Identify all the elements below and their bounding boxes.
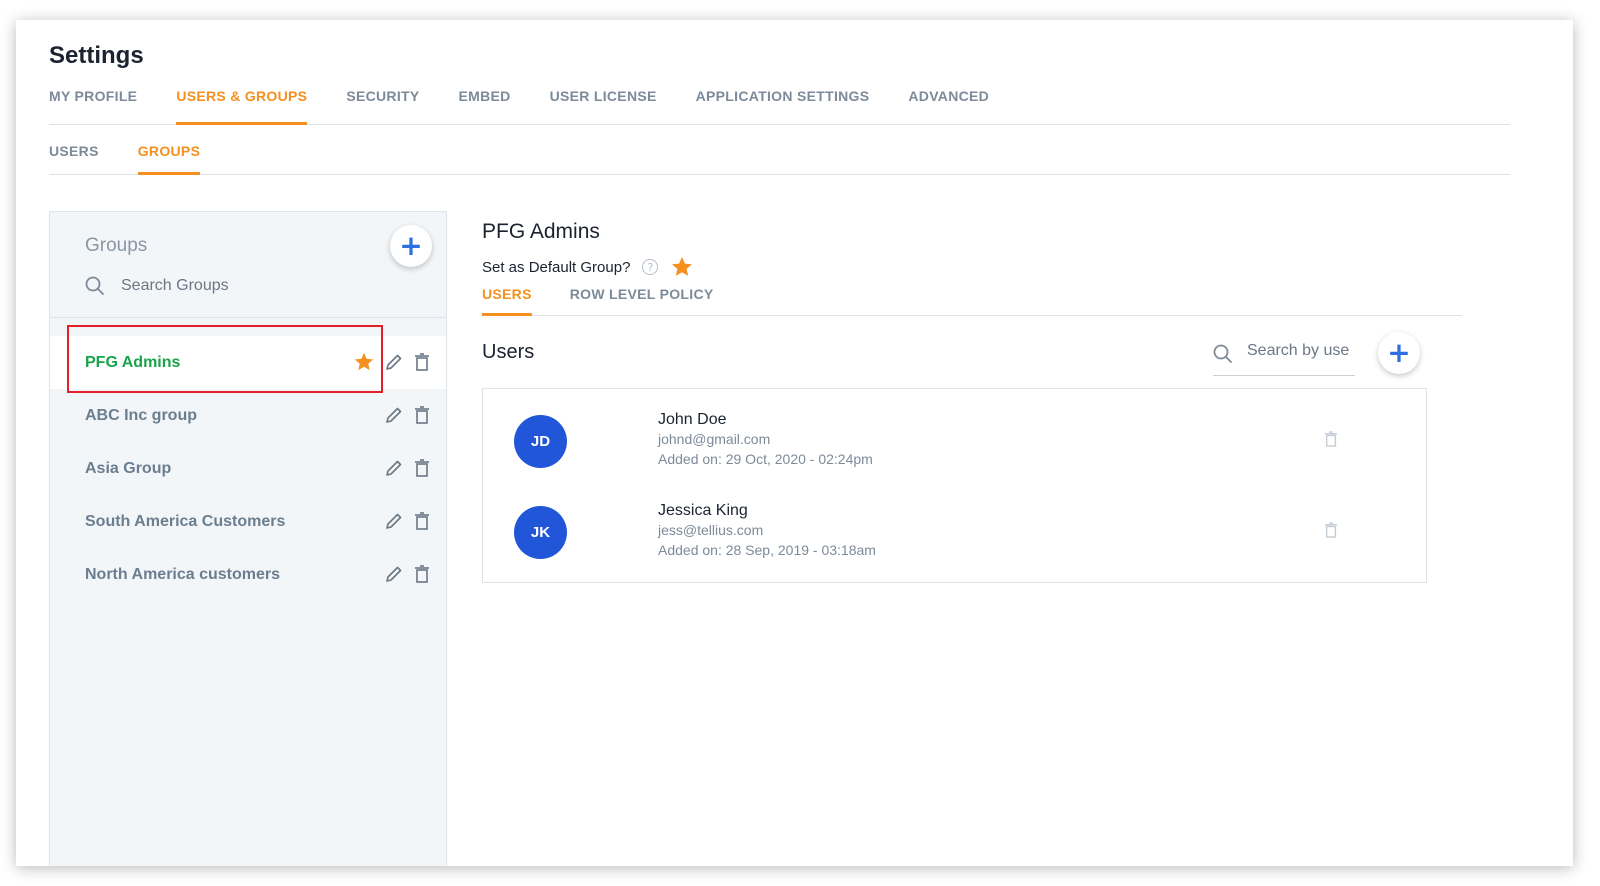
group-item[interactable]: ABC Inc group — [50, 389, 446, 442]
settings-window: Settings MY PROFILE USERS & GROUPS SECUR… — [16, 20, 1573, 866]
tab-users-groups[interactable]: USERS & GROUPS — [176, 84, 308, 125]
group-name: Asia Group — [85, 459, 172, 477]
pencil-icon[interactable] — [385, 406, 403, 424]
tab-embed[interactable]: EMBED — [459, 84, 511, 125]
trash-icon[interactable] — [414, 353, 430, 371]
group-name: South America Customers — [85, 512, 286, 530]
sub-tabs: USERS GROUPS — [49, 139, 1510, 175]
user-email: johnd@gmail.com — [658, 431, 771, 447]
pencil-icon[interactable] — [385, 565, 403, 583]
trash-icon[interactable] — [414, 512, 430, 530]
group-search — [85, 274, 385, 298]
user-name: Jessica King — [658, 502, 748, 519]
trash-icon[interactable] — [414, 565, 430, 583]
page-title: Settings — [49, 42, 144, 69]
tab-application-settings[interactable]: APPLICATION SETTINGS — [696, 84, 870, 125]
search-groups-input[interactable] — [121, 277, 381, 295]
avatar: JD — [514, 415, 567, 468]
trash-icon[interactable] — [414, 406, 430, 424]
user-added-date: Added on: 28 Sep, 2019 - 03:18am — [658, 542, 876, 558]
tab-group-users[interactable]: USERS — [482, 282, 532, 316]
add-user-button[interactable]: + — [1378, 332, 1420, 374]
tab-user-license[interactable]: USER LICENSE — [550, 84, 657, 125]
avatar: JK — [514, 506, 567, 559]
search-users-input[interactable] — [1247, 342, 1355, 360]
subtab-users[interactable]: USERS — [49, 139, 99, 175]
users-heading: Users — [482, 341, 535, 363]
user-added-date: Added on: 29 Oct, 2020 - 02:24pm — [658, 451, 873, 467]
group-name: North America customers — [85, 565, 281, 583]
list-item: JD John Doe johnd@gmail.com Added on: 29… — [483, 389, 1426, 479]
default-group-row: Set as Default Group? ? — [482, 255, 694, 279]
groups-panel: Groups + PFG Admins — [49, 211, 447, 866]
group-item[interactable]: South America Customers — [50, 495, 446, 548]
main-tabs: MY PROFILE USERS & GROUPS SECURITY EMBED… — [49, 84, 1510, 125]
tab-advanced[interactable]: ADVANCED — [908, 84, 989, 125]
groups-heading: Groups — [85, 235, 148, 256]
plus-icon: + — [399, 229, 423, 262]
trash-icon[interactable] — [414, 459, 430, 477]
users-list: JD John Doe johnd@gmail.com Added on: 29… — [482, 388, 1427, 583]
question-icon[interactable]: ? — [642, 259, 659, 275]
star-icon[interactable] — [670, 255, 694, 279]
user-email: jess@tellius.com — [658, 522, 764, 538]
search-icon — [1213, 344, 1232, 363]
tab-my-profile[interactable]: MY PROFILE — [49, 84, 137, 125]
pencil-icon[interactable] — [385, 512, 403, 530]
divider — [50, 317, 446, 318]
user-name: John Doe — [658, 411, 727, 428]
plus-icon: + — [1387, 336, 1411, 369]
trash-icon[interactable] — [1324, 522, 1338, 538]
group-item[interactable]: North America customers — [50, 548, 446, 601]
default-group-label: Set as Default Group? — [482, 258, 631, 276]
add-group-button[interactable]: + — [390, 225, 432, 267]
search-icon — [85, 276, 104, 295]
user-search — [1213, 342, 1355, 376]
trash-icon[interactable] — [1324, 431, 1338, 447]
star-icon[interactable] — [353, 351, 375, 373]
group-detail-title: PFG Admins — [482, 220, 600, 243]
group-item[interactable]: Asia Group — [50, 442, 446, 495]
tab-security[interactable]: SECURITY — [346, 84, 419, 125]
pencil-icon[interactable] — [385, 459, 403, 477]
tab-row-level-policy[interactable]: ROW LEVEL POLICY — [570, 282, 714, 316]
pencil-icon[interactable] — [385, 353, 403, 371]
group-item[interactable]: PFG Admins — [50, 336, 446, 389]
group-list: PFG Admins ABC Inc group Asia Group Sout… — [50, 336, 446, 601]
group-name: ABC Inc group — [85, 406, 197, 424]
detail-tabs: USERS ROW LEVEL POLICY — [482, 282, 1462, 316]
list-item: JK Jessica King jess@tellius.com Added o… — [483, 480, 1426, 570]
group-name: PFG Admins — [85, 353, 181, 371]
subtab-groups[interactable]: GROUPS — [137, 139, 201, 175]
